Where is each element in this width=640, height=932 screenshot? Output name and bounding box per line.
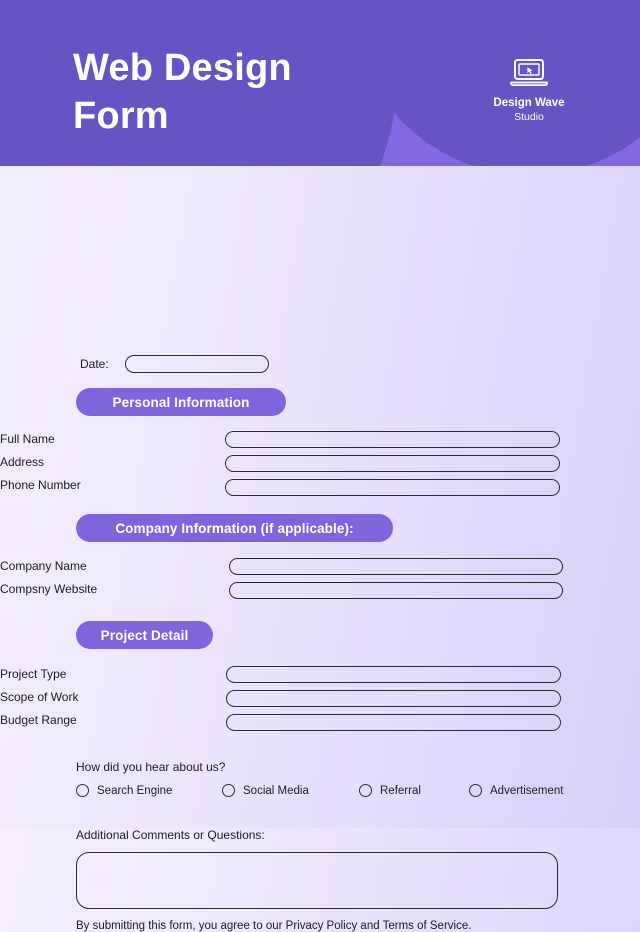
footer-consent-note: By submitting this form, you agree to ou…	[76, 920, 472, 932]
field-row-scope-of-work: Scope of Work	[0, 690, 78, 704]
field-label-full-name: Full Name	[0, 432, 55, 446]
field-label-phone-number: Phone Number	[0, 478, 81, 492]
comments-textarea[interactable]	[76, 852, 558, 909]
section-badge-company-information: Company Information (if applicable):	[76, 514, 393, 542]
date-row: Date:	[80, 355, 269, 373]
field-label-scope-of-work: Scope of Work	[0, 690, 79, 704]
field-label-address: Address	[0, 455, 45, 469]
radio-option-advertisement[interactable]: Advertisement	[469, 784, 564, 797]
field-row-phone-number: Phone Number	[0, 478, 81, 492]
date-label: Date:	[80, 357, 109, 371]
radio-label-social-media: Social Media	[243, 784, 309, 797]
brand-logo: Design Wave Studio	[474, 57, 584, 124]
field-row-full-name: Full Name	[0, 432, 55, 446]
radio-option-referral[interactable]: Referral	[359, 784, 469, 797]
field-label-budget-range: Budget Range	[0, 713, 77, 727]
field-input-address[interactable]	[225, 455, 560, 472]
field-input-full-name[interactable]	[225, 431, 560, 448]
field-input-company-name[interactable]	[229, 558, 563, 575]
section-badge-project-detail: Project Detail	[76, 621, 213, 649]
field-input-phone-number[interactable]	[225, 479, 560, 496]
brand-subtitle: Studio	[514, 111, 544, 123]
radio-label-search-engine: Search Engine	[97, 784, 173, 797]
radio-circle-icon[interactable]	[469, 784, 482, 797]
field-input-company-website[interactable]	[229, 582, 563, 599]
laptop-cursor-icon	[510, 59, 548, 86]
section-badge-personal-information: Personal Information	[76, 388, 286, 416]
page-title: Web Design Form	[73, 47, 292, 137]
field-row-company-website: Compsny Website	[0, 582, 97, 596]
page-header: Web Design Form Design Wave Studio	[0, 0, 640, 166]
comments-label: Additional Comments or Questions:	[76, 828, 265, 842]
radio-circle-icon[interactable]	[76, 784, 89, 797]
field-row-budget-range: Budget Range	[0, 713, 77, 727]
radio-label-advertisement: Advertisement	[490, 784, 564, 797]
field-label-company-name: Company Name	[0, 559, 87, 573]
radio-circle-icon[interactable]	[359, 784, 372, 797]
field-input-budget-range[interactable]	[226, 714, 561, 731]
field-input-project-type[interactable]	[226, 666, 561, 683]
date-input[interactable]	[124, 355, 269, 373]
field-row-company-name: Company Name	[0, 559, 87, 573]
field-row-project-type: Project Type	[0, 667, 66, 681]
field-input-scope-of-work[interactable]	[226, 690, 561, 707]
radio-option-social-media[interactable]: Social Media	[222, 784, 359, 797]
radio-label-referral: Referral	[380, 784, 421, 797]
field-label-company-website: Compsny Website	[0, 582, 98, 596]
brand-name: Design Wave	[493, 97, 565, 109]
referral-radio-group: Search Engine Social Media Referral Adve…	[76, 784, 566, 797]
field-row-address: Address	[0, 455, 44, 469]
radio-circle-icon[interactable]	[222, 784, 235, 797]
field-label-project-type: Project Type	[0, 667, 67, 681]
referral-question-label: How did you hear about us?	[76, 760, 226, 774]
radio-option-search-engine[interactable]: Search Engine	[76, 784, 222, 797]
